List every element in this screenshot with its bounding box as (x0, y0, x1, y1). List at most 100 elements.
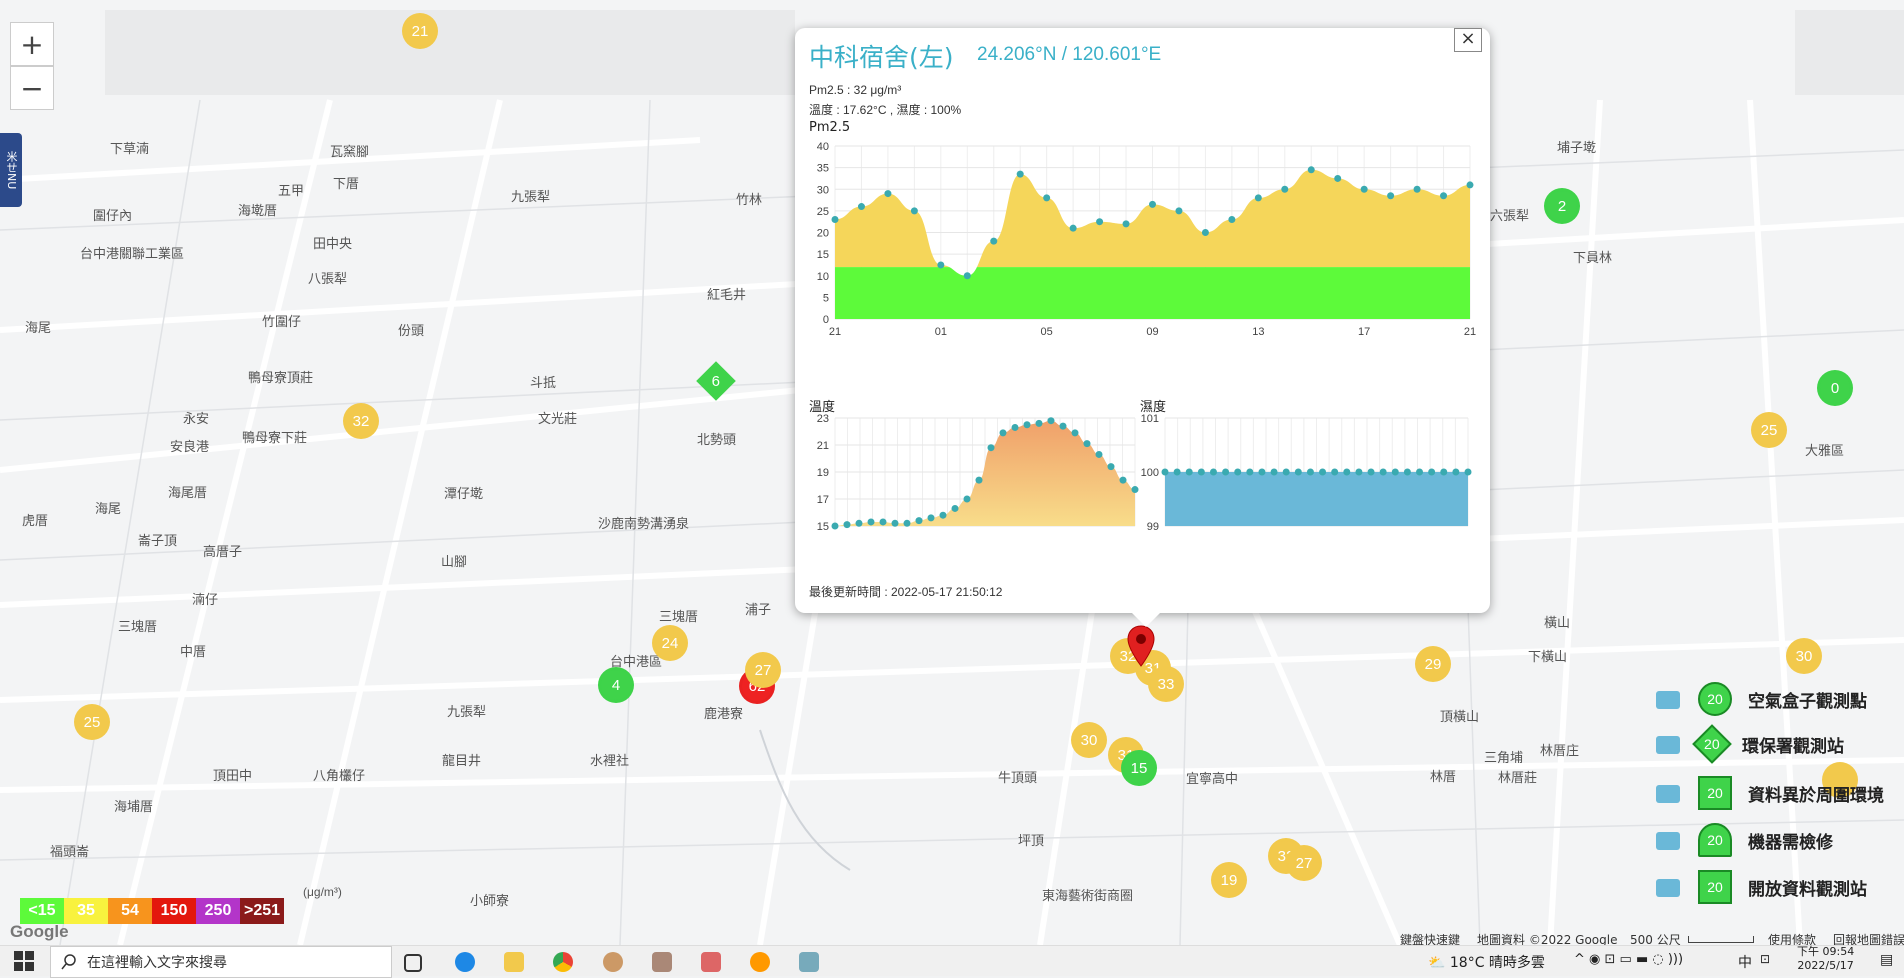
place-label: 山腳 (441, 555, 468, 570)
pm25-area-below (835, 267, 1470, 319)
clock[interactable]: 下午 09:54 2022/5/17 (1797, 945, 1854, 973)
pm25-point (1307, 166, 1315, 174)
taskbar-search-box[interactable]: 在這裡輸入文字來搜尋 (50, 946, 392, 978)
pm25-legend-bin: >251 (240, 898, 284, 924)
app-icon-1[interactable] (603, 952, 623, 972)
temperature-point (1047, 417, 1055, 425)
humidity-point (1440, 468, 1448, 476)
airbox-sensor-marker[interactable]: 24 (652, 625, 688, 661)
legend-badge-value: 20 (1707, 691, 1723, 707)
legend-badge: 20 (1698, 823, 1732, 857)
weather-text: 18°C 晴時多雲 (1449, 955, 1545, 971)
place-label: 虎厝 (22, 514, 49, 529)
epa-building-icon (1650, 729, 1686, 759)
airbox-sensor-marker[interactable]: 2 (1544, 188, 1580, 224)
pm25-point (1096, 218, 1104, 226)
temperature-point (951, 504, 959, 512)
ime-indicator[interactable]: 中 (1738, 952, 1752, 972)
temperature-point (1083, 440, 1091, 448)
legend-item: 20 資料異於周圍環境 (1650, 776, 1884, 810)
input-mode-icon[interactable]: ⊡ (1760, 952, 1770, 966)
y-tick-label: 99 (1147, 521, 1159, 533)
zoom-out-button[interactable]: − (10, 66, 54, 110)
weather-widget[interactable]: ⛅ 18°C 晴時多雲 (1428, 952, 1545, 972)
pm25-point (1466, 181, 1474, 189)
sidebar-toggle-tab[interactable]: 米ㄝNU (0, 133, 22, 207)
place-label: 林厝庄 (1540, 744, 1580, 759)
airbox-sensor-marker[interactable]: 30 (1071, 722, 1107, 758)
place-label: 八角欉仔 (313, 769, 366, 784)
pm25-legend-bin: 54 (108, 898, 152, 924)
y-tick-label: 20 (817, 228, 829, 240)
airbox-sensor-marker[interactable]: 27 (745, 652, 781, 688)
humidity-point (1403, 468, 1411, 476)
windows-start-icon[interactable] (14, 951, 34, 971)
temperature-point (927, 514, 935, 522)
humidity-point (1258, 468, 1266, 476)
airbox-sensor-marker[interactable]: 19 (1211, 862, 1247, 898)
pm25-point (1413, 185, 1421, 193)
y-tick-label: 15 (817, 249, 829, 261)
temperature-point (867, 518, 875, 526)
file-explorer-icon[interactable] (504, 952, 524, 972)
zoom-in-button[interactable]: + (10, 22, 54, 66)
pm25-color-legend: <15 35 54 150 250 >251 (20, 898, 284, 924)
temperature-point (975, 476, 983, 484)
airbox-sensor-marker[interactable]: 25 (1751, 412, 1787, 448)
airbox-sensor-marker[interactable]: 30 (1786, 638, 1822, 674)
place-label: 中厝 (180, 645, 207, 660)
humidity-point (1234, 468, 1242, 476)
place-label: 北勢頭 (697, 433, 737, 448)
temperature-point (963, 495, 971, 503)
app-icon-2[interactable] (652, 952, 672, 972)
pm25-point (1201, 229, 1209, 236)
place-label: 三角埔 (1484, 751, 1524, 766)
close-icon[interactable]: × (1454, 28, 1482, 52)
x-tick-label: 05 (1041, 326, 1053, 338)
temperature-point (831, 522, 839, 530)
y-tick-label: 101 (1141, 413, 1159, 425)
temperature-point (843, 521, 851, 529)
pm25-point (1149, 200, 1156, 208)
airbox-sensor-marker[interactable]: 21 (402, 13, 438, 49)
airbox-sensor-marker[interactable]: 4 (598, 667, 634, 703)
airbox-sensor-marker[interactable]: 29 (1415, 646, 1451, 682)
airbox-sensor-marker[interactable]: 25 (74, 704, 110, 740)
pm25-chart: 051015202530354021 01 05 09 13 17 21 (817, 141, 1476, 338)
airbox-sensor-marker[interactable]: 27 (1286, 845, 1322, 881)
place-label: 九張犁 (447, 705, 487, 720)
airbox-sensor-marker[interactable]: 33 (1148, 666, 1184, 702)
airbox-sensor-marker[interactable]: 0 (1817, 370, 1853, 406)
edge-browser-icon[interactable] (455, 952, 475, 972)
app-icon-5[interactable] (799, 952, 819, 972)
selected-location-pin-icon[interactable] (1127, 625, 1155, 667)
place-label: 八張犁 (308, 272, 348, 287)
legend-label: 空氣盒子觀測點 (1748, 691, 1867, 712)
windows-taskbar: 在這裡輸入文字來搜尋 ⛅ 18°C 晴時多雲 ^ ◉ ⊡ ▭ ▬ ◌ ))) 中… (0, 945, 1904, 978)
x-tick-label: 01 (935, 326, 947, 338)
place-label: 份頭 (398, 324, 425, 339)
y-tick-label: 5 (823, 292, 829, 304)
place-label: 潭仔墘 (444, 487, 484, 502)
airbox-sensor-marker[interactable]: 15 (1121, 750, 1157, 786)
place-label: 大雅區 (1805, 444, 1845, 459)
y-tick-label: 17 (817, 494, 829, 506)
airbox-sensor-marker[interactable]: 32 (343, 403, 379, 439)
x-tick-label: 09 (1146, 326, 1158, 338)
place-label: 下厝 (333, 177, 360, 192)
task-view-icon[interactable] (404, 954, 422, 972)
notifications-icon[interactable]: ▤ (1880, 952, 1893, 968)
place-label: 浦子 (745, 603, 772, 618)
place-label: 東海藝術街商圈 (1042, 889, 1134, 904)
temperature-point (1095, 450, 1103, 458)
place-label: 安良港 (170, 440, 210, 455)
app-icon-4[interactable] (750, 952, 770, 972)
place-label: 永安 (183, 412, 210, 427)
chrome-icon[interactable] (553, 952, 573, 972)
airbox-icon (1650, 684, 1686, 714)
temperature-point (1131, 486, 1139, 494)
pm25-point (1122, 220, 1130, 228)
system-tray-icons[interactable]: ^ ◉ ⊡ ▭ ▬ ◌ ))) (1574, 952, 1683, 967)
x-tick-label: 21 (1464, 326, 1476, 338)
app-icon-3[interactable] (701, 952, 721, 972)
